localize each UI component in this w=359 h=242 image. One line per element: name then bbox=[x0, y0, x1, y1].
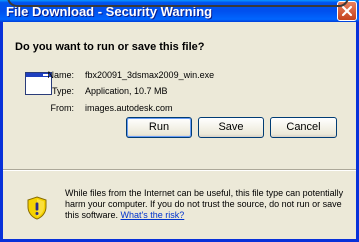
warning-text: While files from the Internet can be use… bbox=[65, 188, 344, 220]
close-icon bbox=[341, 5, 353, 17]
save-button[interactable]: Save bbox=[198, 117, 264, 138]
from-label: From: bbox=[50, 103, 75, 113]
warning-panel: While files from the Internet can be use… bbox=[3, 171, 356, 239]
name-label: Name: bbox=[47, 70, 74, 80]
security-shield-icon bbox=[27, 196, 47, 220]
question-text: Do you want to run or save this file? bbox=[15, 41, 205, 53]
file-type-value: Application, 10.7 MB bbox=[85, 86, 168, 96]
file-name-value: fbx20091_3dsmax2009_win.exe bbox=[85, 70, 215, 80]
warning-message: While files from the Internet can be use… bbox=[65, 188, 350, 221]
security-warning-dialog: File Download - Security Warning Do you … bbox=[0, 0, 359, 242]
run-button[interactable]: Run bbox=[126, 117, 192, 138]
file-source-value: images.autodesk.com bbox=[85, 103, 173, 113]
cancel-button[interactable]: Cancel bbox=[270, 117, 337, 138]
whats-the-risk-link[interactable]: What's the risk? bbox=[121, 210, 185, 220]
type-label: Type: bbox=[51, 86, 74, 96]
callout-outline bbox=[7, 0, 349, 7]
